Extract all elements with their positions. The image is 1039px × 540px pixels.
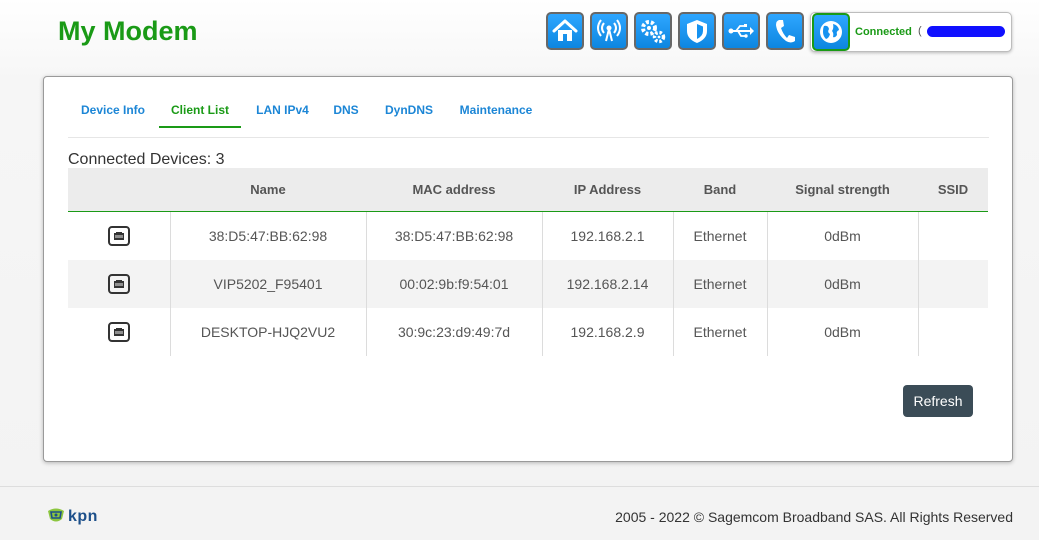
shield-icon xyxy=(687,20,707,43)
connection-status: Connected ( xyxy=(810,12,1012,52)
ethernet-icon xyxy=(107,274,130,294)
device-band: Ethernet xyxy=(673,260,768,308)
tab-device-info[interactable]: Device Info xyxy=(68,97,158,128)
column-header-ip[interactable]: IP Address xyxy=(542,168,673,212)
device-signal: 0dBm xyxy=(767,260,919,308)
home-icon xyxy=(552,19,578,41)
redacted-address xyxy=(927,26,1005,37)
security-button[interactable] xyxy=(678,12,716,50)
device-ssid xyxy=(918,212,988,261)
tab-maintenance[interactable]: Maintenance xyxy=(456,97,536,128)
refresh-button[interactable]: Refresh xyxy=(903,385,973,417)
device-band: Ethernet xyxy=(673,211,768,260)
device-mac: 00:02:9b:f9:54:01 xyxy=(366,260,543,308)
device-ip: 192.168.2.9 xyxy=(542,308,674,356)
settings-button[interactable] xyxy=(634,12,672,50)
ethernet-icon xyxy=(107,226,130,246)
usb-icon xyxy=(728,24,754,38)
table-row[interactable]: DESKTOP-HJQ2VU2 30:9c:23:d9:49:7d 192.16… xyxy=(68,308,988,356)
phone-icon xyxy=(776,20,795,43)
app-title: My Modem xyxy=(58,16,198,46)
connected-devices-heading: Connected Devices: 3 xyxy=(68,151,225,168)
client-table: Name MAC address IP Address Band Signal … xyxy=(68,168,988,356)
copyright-text: 2005 - 2022 © Sagemcom Broadband SAS. Al… xyxy=(615,509,1013,525)
device-mac: 38:D5:47:BB:62:98 xyxy=(366,211,543,260)
device-mac: 30:9c:23:d9:49:7d xyxy=(366,308,543,356)
column-header-icon xyxy=(68,168,170,212)
device-ip: 192.168.2.1 xyxy=(542,211,674,260)
home-button[interactable] xyxy=(546,12,584,50)
globe-icon xyxy=(820,21,842,43)
kpn-brand: kpn xyxy=(68,508,98,525)
table-row[interactable]: 38:D5:47:BB:62:98 38:D5:47:BB:62:98 192.… xyxy=(68,211,988,261)
device-name: VIP5202_F95401 xyxy=(170,260,367,308)
wifi-icon xyxy=(597,19,621,42)
device-name: 38:D5:47:BB:62:98 xyxy=(170,211,367,260)
internet-button[interactable] xyxy=(812,13,850,51)
wifi-button[interactable] xyxy=(590,12,628,50)
phone-button[interactable] xyxy=(766,12,804,50)
device-signal: 0dBm xyxy=(767,211,919,260)
device-name: DESKTOP-HJQ2VU2 xyxy=(170,308,367,356)
ethernet-icon xyxy=(107,322,130,342)
device-type-cell xyxy=(68,260,171,308)
table-row[interactable]: VIP5202_F95401 00:02:9b:f9:54:01 192.168… xyxy=(68,260,988,308)
column-header-mac[interactable]: MAC address xyxy=(366,168,542,212)
usb-button[interactable] xyxy=(722,12,760,50)
status-label: Connected xyxy=(855,26,912,38)
device-ssid xyxy=(918,260,988,308)
device-ip: 192.168.2.14 xyxy=(542,260,674,308)
footer-divider xyxy=(0,486,1039,487)
tab-lan-ipv4[interactable]: LAN IPv4 xyxy=(250,97,315,128)
column-header-signal[interactable]: Signal strength xyxy=(767,168,918,212)
tab-dyndns[interactable]: DynDNS xyxy=(379,97,439,128)
device-type-cell xyxy=(68,211,171,260)
column-header-band[interactable]: Band xyxy=(673,168,767,212)
status-paren: ( xyxy=(918,25,922,37)
column-header-name[interactable]: Name xyxy=(170,168,366,212)
gears-icon xyxy=(641,20,666,44)
table-header-row: Name MAC address IP Address Band Signal … xyxy=(68,168,988,212)
device-type-cell xyxy=(68,308,171,356)
device-band: Ethernet xyxy=(673,308,768,356)
main-panel: Device Info Client List LAN IPv4 DNS Dyn… xyxy=(43,76,1013,462)
kpn-logo-icon xyxy=(48,508,64,522)
device-signal: 0dBm xyxy=(767,308,919,356)
device-ssid xyxy=(918,308,988,356)
tab-bar: Device Info Client List LAN IPv4 DNS Dyn… xyxy=(68,97,989,138)
column-header-ssid[interactable]: SSID xyxy=(918,168,988,212)
tab-dns[interactable]: DNS xyxy=(329,97,363,128)
tab-client-list[interactable]: Client List xyxy=(159,97,241,128)
